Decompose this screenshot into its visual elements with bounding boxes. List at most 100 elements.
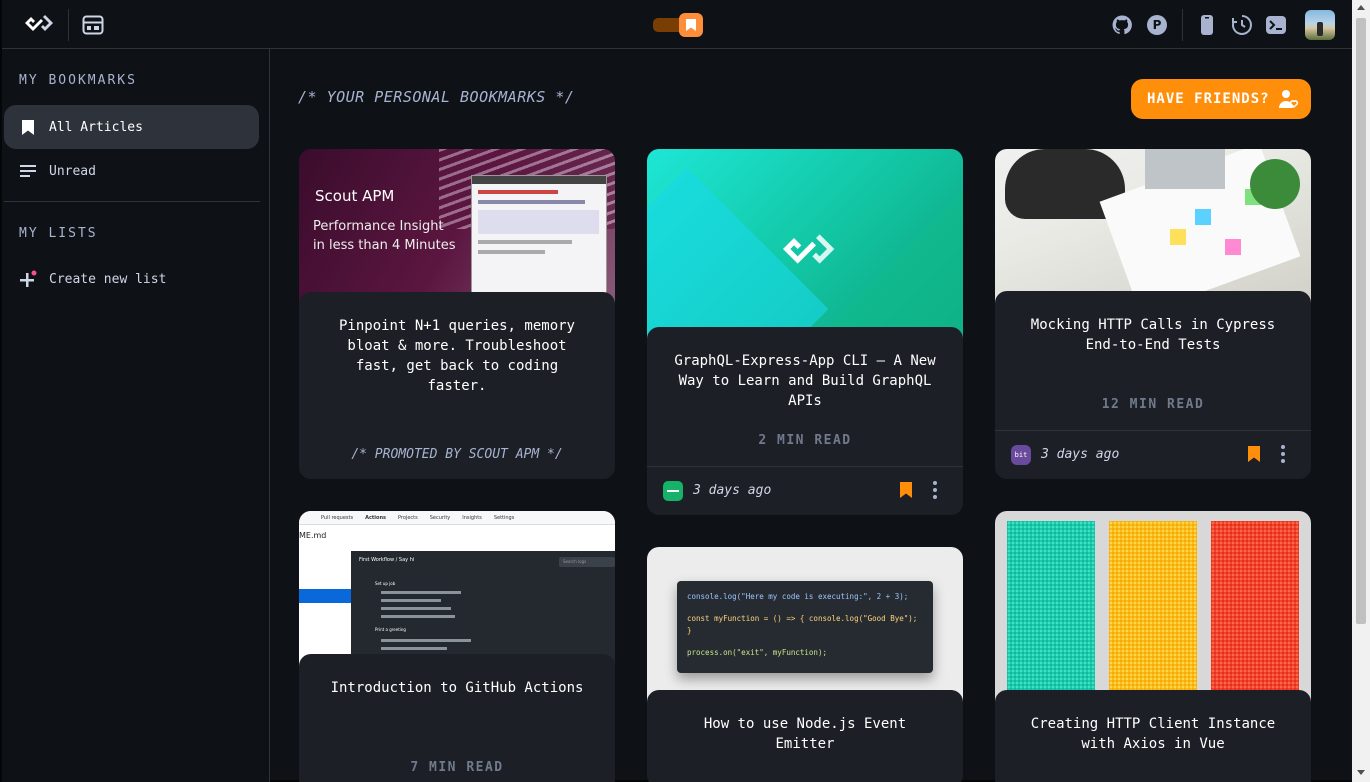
bookmarks-toggle[interactable] [653,13,703,37]
scout-brand: Scout APM [315,187,395,205]
gh-workflow: First Workflow / Say hi [359,557,415,563]
history-icon[interactable] [1229,12,1255,38]
mobile-icon[interactable] [1194,12,1220,38]
gh-line [381,647,447,650]
add-friend-icon [1279,90,1299,109]
gh-step: Set up job [375,581,396,586]
gh-tab: Settings [493,514,515,521]
card-body: How to use Node.js Event Emitter [647,690,963,782]
gh-line [381,607,451,610]
code-line: const myFunction = () => { console.log("… [687,614,918,635]
article-card[interactable]: console.log("Here my code is executing:"… [647,547,963,782]
read-time: 7 MIN READ [410,760,504,775]
daily-dev-logo[interactable] [20,11,54,35]
header-divider [1182,9,1183,41]
gh-selected [299,589,351,603]
gh-search: Search logs [559,557,615,567]
card-title[interactable]: Creating HTTP Client Instance with Axios… [995,714,1311,754]
card-title[interactable]: Introduction to GitHub Actions [299,678,615,698]
sidebar-item-unread[interactable]: Unread [4,149,259,193]
layout-icon[interactable] [82,14,104,36]
card-footer: 3 days ago [647,466,963,514]
card-title[interactable]: Pinpoint N+1 queries, memory bloat & mor… [299,316,615,396]
toggle-knob [679,13,703,37]
source-mark [667,489,679,492]
sidebar-item-all-articles[interactable]: All Articles [4,105,259,149]
have-friends-label: HAVE FRIENDS? [1147,91,1270,107]
more-options-icon[interactable] [1273,443,1293,465]
article-image [995,511,1311,706]
code-line: console.log("Here my code is executing:"… [687,592,909,601]
sticky-note [1225,239,1241,255]
gh-tabbar: Pull requests Actions Projects Security … [299,511,615,525]
promo-screenshot-bar [472,176,606,184]
gh-step: Print a greeting [375,627,406,632]
page-scrollbar[interactable] [1352,0,1370,782]
gh-tab: Pull requests [321,514,354,521]
user-avatar[interactable] [1305,10,1335,40]
card-title[interactable]: GraphQL-Express-App CLI — A New Way to L… [647,351,963,411]
daily-dev-logo [783,234,835,264]
gh-line [381,599,441,602]
panel-red [1211,521,1299,701]
top-bar: P [2,0,1352,49]
post-date: 3 days ago [693,483,772,498]
gh-tab: Security [429,514,451,521]
scrollbar-thumb[interactable] [1356,18,1366,624]
promo-screenshot [471,175,607,295]
list-icon [19,162,37,180]
avatar-figure [1317,22,1323,36]
bookmark-icon [686,19,696,31]
source-icon[interactable] [663,480,683,501]
terminal-icon[interactable] [1263,12,1289,38]
bookmark-icon[interactable] [899,481,913,499]
read-time: 2 MIN READ [758,433,852,448]
producthunt-icon[interactable]: P [1144,12,1170,38]
article-card[interactable]: GraphQL-Express-App CLI — A New Way to L… [647,149,963,515]
promoted-card[interactable]: Scout APM Performance Insight in less th… [299,149,615,479]
article-card[interactable]: Creating HTTP Client Instance with Axios… [995,511,1311,782]
sidebar-item-label: All Articles [49,119,143,135]
bookmark-icon [19,118,37,136]
sticky-note [1170,229,1186,245]
article-image [995,149,1311,309]
promoted-by: /* PROMOTED BY SCOUT APM */ [351,447,563,462]
card-title[interactable]: How to use Node.js Event Emitter [647,714,963,754]
promo-screenshot-line [478,240,572,244]
sidebar-divider [4,201,260,202]
plus-icon [19,270,37,288]
card-body: Pinpoint N+1 queries, memory bloat & mor… [299,292,615,479]
card-title[interactable]: Mocking HTTP Calls in Cypress End-to-End… [995,315,1311,355]
scroll-up-arrow[interactable] [1357,5,1365,10]
scroll-down-arrow[interactable] [1357,770,1365,775]
promo-line-2: in less than 4 Minutes [313,238,456,253]
bookmark-icon[interactable] [1247,445,1261,463]
panel-teal [1007,521,1095,701]
promo-screenshot-line [478,200,586,204]
gh-line [381,591,461,594]
more-options-icon[interactable] [925,479,945,501]
gh-line [381,639,471,642]
article-card[interactable]: Mocking HTTP Calls in Cypress End-to-End… [995,149,1311,479]
gh-tab: Actions [365,514,386,521]
sticky-note [1195,209,1211,225]
producthunt-letter: P [1147,15,1167,35]
sidebar-item-label: Unread [49,163,96,179]
read-time: 12 MIN READ [1101,397,1205,412]
gh-tab: Insights [462,514,482,521]
post-date: 3 days ago [1041,447,1120,462]
code-line: process.on("exit", myFunction); [687,648,827,657]
gh-file: ME.md [299,531,327,540]
github-icon[interactable] [1109,12,1135,38]
source-icon[interactable]: bit [1011,444,1031,465]
page-title: /* YOUR PERSONAL BOOKMARKS */ [298,88,575,106]
article-image [647,149,963,344]
card-body: Introduction to GitHub Actions 7 MIN REA… [299,654,615,782]
create-new-list-button[interactable]: Create new list [4,257,259,301]
gh-log-panel: First Workflow / Say hi Search logs Set … [351,551,615,671]
promo-image: Scout APM Performance Insight in less th… [299,149,615,309]
article-card[interactable]: Pull requests Actions Projects Security … [299,511,615,782]
have-friends-button[interactable]: HAVE FRIENDS? [1131,79,1311,119]
panel-yellow [1109,521,1197,701]
section-my-lists: MY LISTS [19,226,98,241]
